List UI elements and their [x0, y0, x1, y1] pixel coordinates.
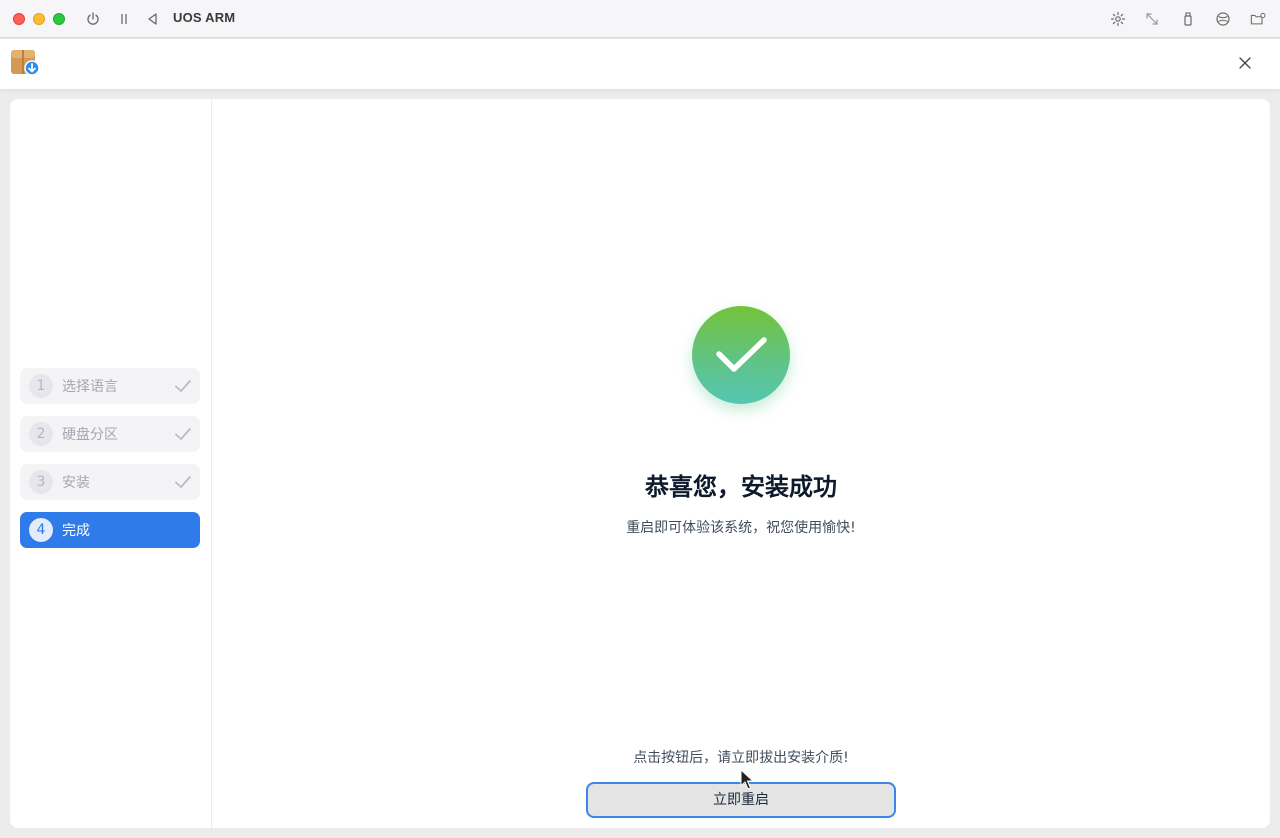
check-icon	[175, 476, 191, 488]
installer-package-icon	[11, 50, 40, 76]
vm-title: UOS ARM	[173, 10, 236, 25]
step-label: 安装	[62, 475, 90, 491]
success-subtitle: 重启即可体验该系统，祝您使用愉快!	[626, 520, 856, 536]
close-window-button[interactable]	[13, 13, 25, 25]
sidebar-step-partition: 2 硬盘分区	[20, 416, 200, 452]
usb-icon[interactable]	[1180, 11, 1196, 27]
step-number: 2	[29, 422, 53, 446]
resize-icon[interactable]	[1144, 11, 1160, 27]
page-title: 恭喜您，安装成功	[645, 473, 837, 501]
step-label: 选择语言	[62, 379, 118, 395]
maximize-window-button[interactable]	[53, 13, 65, 25]
remove-media-warning: 点击按钮后，请立即拔出安装介质!	[633, 750, 849, 766]
installer-content: 1 选择语言 2 硬盘分区 3 安装 4 完成 恭喜您，安装成功 重启即可体验该…	[10, 99, 1270, 828]
sidebar-step-language: 1 选择语言	[20, 368, 200, 404]
step-number: 1	[29, 374, 53, 398]
network-icon[interactable]	[1215, 11, 1231, 27]
mouse-cursor-icon	[740, 769, 754, 790]
check-icon	[175, 428, 191, 440]
power-icon[interactable]	[85, 11, 101, 27]
pause-icon[interactable]	[116, 11, 132, 27]
back-icon[interactable]	[145, 11, 161, 27]
installer-titlebar	[0, 39, 1280, 89]
sidebar-step-finish: 4 完成	[20, 512, 200, 548]
step-sidebar: 1 选择语言 2 硬盘分区 3 安装 4 完成	[10, 99, 212, 828]
brightness-icon[interactable]	[1110, 11, 1126, 27]
close-icon[interactable]	[1236, 54, 1254, 72]
minimize-window-button[interactable]	[33, 13, 45, 25]
success-check-icon	[692, 306, 790, 404]
step-number: 3	[29, 470, 53, 494]
finish-panel: 恭喜您，安装成功 重启即可体验该系统，祝您使用愉快! 点击按钮后，请立即拔出安装…	[212, 99, 1270, 828]
vm-toolbar: UOS ARM	[0, 0, 1280, 38]
sidebar-step-install: 3 安装	[20, 464, 200, 500]
check-icon	[175, 380, 191, 392]
step-label: 硬盘分区	[62, 427, 118, 443]
shared-folder-icon[interactable]	[1250, 11, 1266, 27]
step-label: 完成	[62, 523, 90, 539]
step-number: 4	[29, 518, 53, 542]
